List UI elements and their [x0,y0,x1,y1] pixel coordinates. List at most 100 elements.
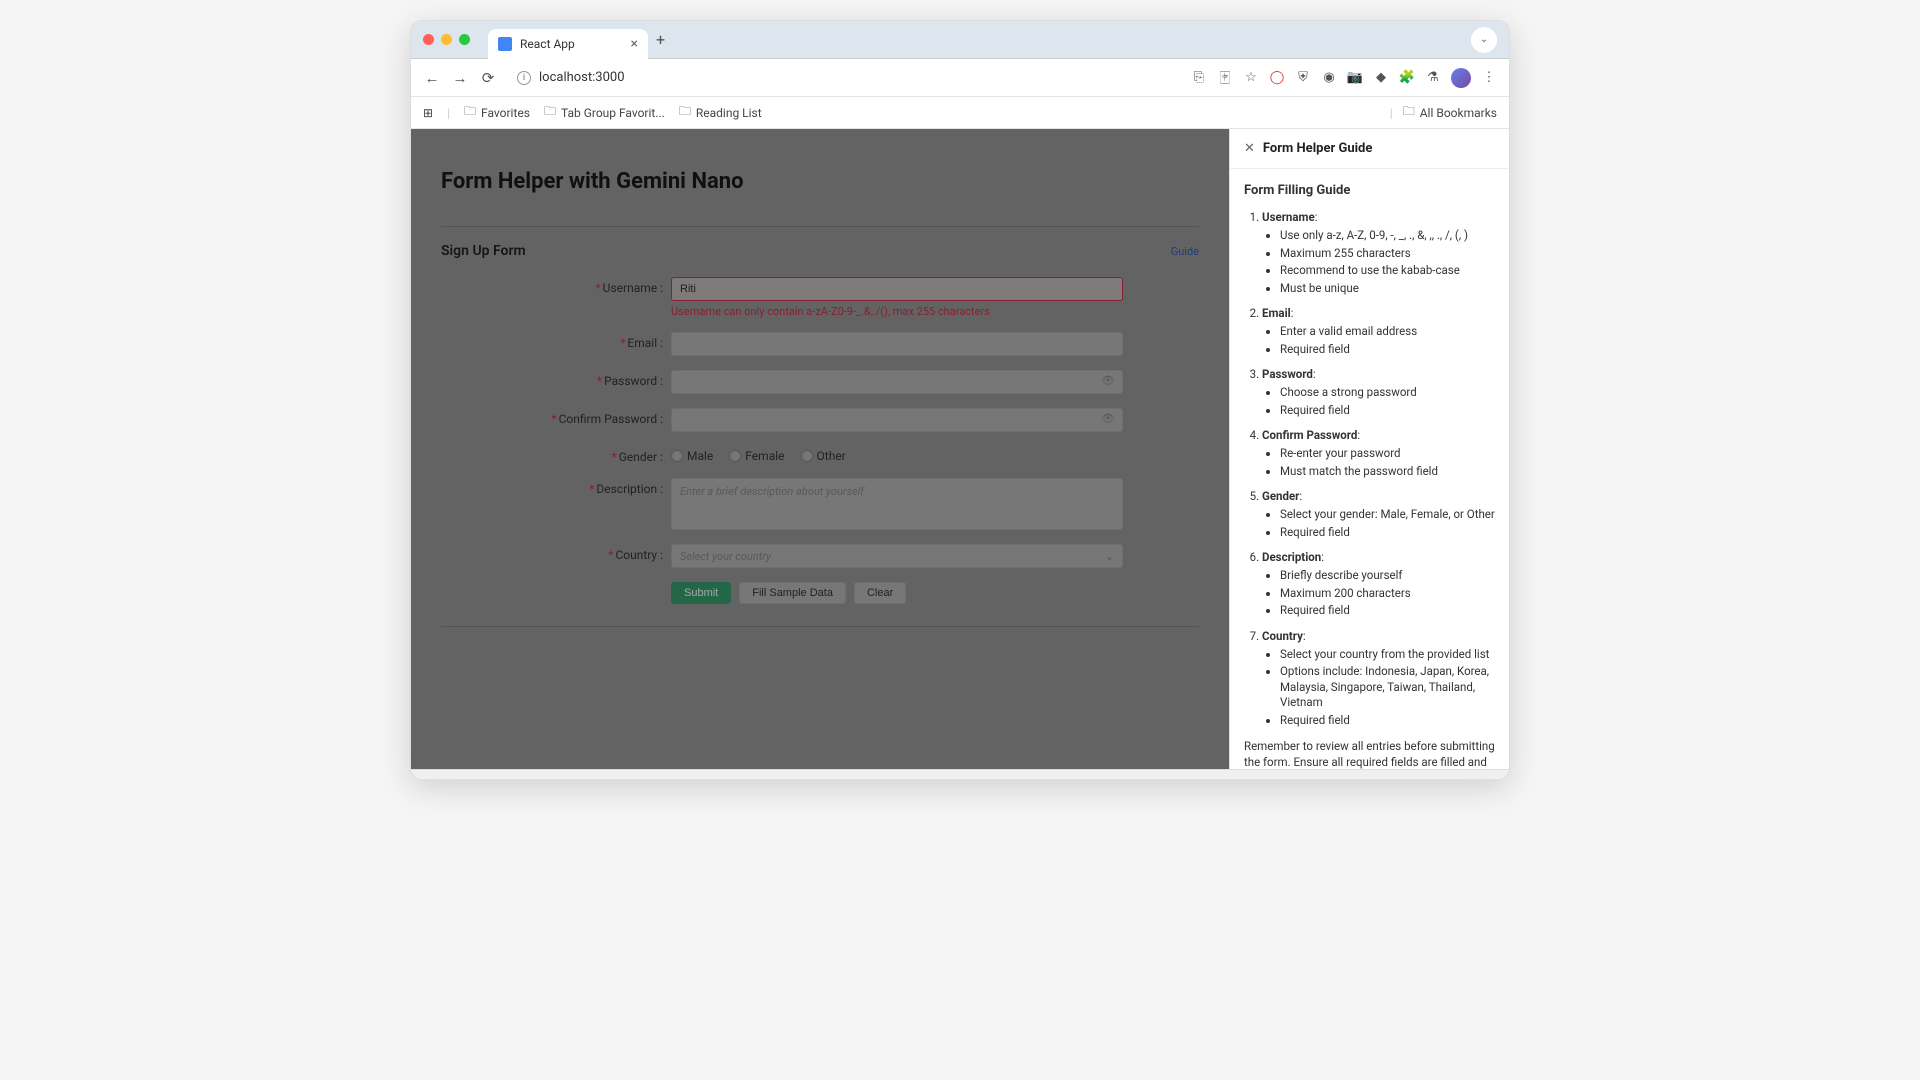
guide-item: Country:Select your country from the pro… [1262,629,1495,729]
back-button[interactable]: ← [423,69,441,87]
close-tab-button[interactable]: × [631,36,638,52]
tab-title: React App [520,37,623,51]
eye-icon[interactable]: 👁 [1101,412,1115,425]
browser-window: React App × + ⌄ ← → ⟳ i localhost:3000 ⎘… [410,20,1510,780]
confirm-password-label: Confirm Password : [559,412,663,426]
extension-icon[interactable]: ◯ [1269,70,1285,86]
url-text: localhost:3000 [539,70,625,85]
confirm-password-input[interactable] [671,408,1123,432]
guide-item: Gender:Select your gender: Male, Female,… [1262,489,1495,540]
guide-link[interactable]: Guide [1171,245,1199,258]
content-area: Form Helper with Gemini Nano Sign Up For… [411,129,1509,769]
description-label: Description : [596,482,663,496]
divider [441,626,1199,627]
bookmark-folder[interactable]: 🗀Favorites [464,102,530,123]
menu-icon[interactable]: ⋮ [1481,70,1497,86]
translate-icon[interactable]: 🀄︎ [1217,70,1233,86]
description-textarea[interactable]: Enter a brief description about yourself [671,478,1123,530]
guide-item: Username:Use only a-z, A-Z, 0-9, -, _, .… [1262,210,1495,296]
guide-rule: Re-enter your password [1280,446,1495,462]
all-bookmarks-button[interactable]: 🗀All Bookmarks [1403,102,1497,123]
guide-rule: Briefly describe yourself [1280,568,1495,584]
chevron-down-icon: ⌄ [1105,550,1114,563]
username-label: Username : [603,281,663,295]
new-tab-button[interactable]: + [656,30,665,49]
reload-button[interactable]: ⟳ [479,69,497,87]
minimize-window-button[interactable] [441,34,452,45]
favicon [498,37,512,51]
guide-rule: Select your gender: Male, Female, or Oth… [1280,507,1495,523]
extension-icon[interactable]: 📷 [1347,70,1363,86]
guide-rule: Maximum 255 characters [1280,246,1495,262]
gender-female-radio[interactable]: Female [729,449,784,463]
extension-icon[interactable]: ◉ [1321,70,1337,86]
guide-heading: Form Filling Guide [1244,183,1495,198]
guide-rule: Required field [1280,342,1495,358]
window-controls [423,34,470,45]
guide-rule: Recommend to use the kabab-case [1280,263,1495,279]
install-icon[interactable]: ⎘ [1191,70,1207,86]
bookmarks-bar: ⊞ | 🗀Favorites 🗀Tab Group Favorit... 🗀Re… [411,97,1509,129]
sidebar-title: Form Helper Guide [1263,141,1372,156]
guide-rule: Must be unique [1280,281,1495,297]
gender-label: Gender : [619,450,663,464]
guide-list: Username:Use only a-z, A-Z, 0-9, -, _, .… [1244,210,1495,728]
guide-rule: Choose a strong password [1280,385,1495,401]
labs-icon[interactable]: ⚗ [1425,70,1441,86]
guide-item: Password:Choose a strong passwordRequire… [1262,367,1495,418]
toolbar: ← → ⟳ i localhost:3000 ⎘ 🀄︎ ☆ ◯ ⛨ ◉ 📷 ◆ … [411,59,1509,97]
extensions-menu-icon[interactable]: 🧩 [1399,70,1415,86]
bookmark-folder[interactable]: 🗀Reading List [679,102,762,123]
guide-item: Email:Enter a valid email addressRequire… [1262,306,1495,357]
guide-rule: Enter a valid email address [1280,324,1495,340]
guide-item: Confirm Password:Re-enter your passwordM… [1262,428,1495,479]
bookmark-folder[interactable]: 🗀Tab Group Favorit... [544,102,665,123]
clear-button[interactable]: Clear [854,582,906,604]
tabs-dropdown-button[interactable]: ⌄ [1471,27,1497,53]
username-error: Username can only contain a-zA-Z0-9-_.&,… [671,305,1123,318]
email-input[interactable] [671,332,1123,356]
gender-other-radio[interactable]: Other [801,449,846,463]
guide-item: Description:Briefly describe yourselfMax… [1262,550,1495,619]
maximize-window-button[interactable] [459,34,470,45]
extensions: ⎘ 🀄︎ ☆ ◯ ⛨ ◉ 📷 ◆ 🧩 ⚗ ⋮ [1191,68,1497,88]
guide-rule: Use only a-z, A-Z, 0-9, -, _, ., &, ,, .… [1280,228,1495,244]
fill-sample-button[interactable]: Fill Sample Data [739,582,846,604]
guide-footer: Remember to review all entries before su… [1244,738,1495,769]
scrollbar[interactable] [411,769,1509,779]
form-title: Sign Up Form [441,243,526,259]
divider [441,226,1199,227]
close-window-button[interactable] [423,34,434,45]
country-label: Country : [615,548,663,562]
guide-rule: Options include: Indonesia, Japan, Korea… [1280,664,1495,711]
main-panel: Form Helper with Gemini Nano Sign Up For… [411,129,1229,769]
titlebar: React App × + ⌄ [411,21,1509,59]
submit-button[interactable]: Submit [671,582,731,604]
password-label: Password : [604,374,663,388]
extension-icon[interactable]: ⛨ [1295,70,1311,86]
close-icon[interactable]: ✕ [1244,141,1255,156]
apps-button[interactable]: ⊞ [423,106,433,120]
password-input[interactable] [671,370,1123,394]
guide-rule: Required field [1280,603,1495,619]
site-info-icon[interactable]: i [517,71,531,85]
guide-rule: Required field [1280,713,1495,729]
form-card: Sign Up Form Guide *Username : Username … [441,243,1199,627]
browser-tab[interactable]: React App × [488,29,648,59]
country-select[interactable]: Select your country ⌄ [671,544,1123,568]
bookmark-star-icon[interactable]: ☆ [1243,70,1259,86]
gender-male-radio[interactable]: Male [671,449,713,463]
address-bar[interactable]: i localhost:3000 [507,70,1181,85]
guide-rule: Maximum 200 characters [1280,586,1495,602]
guide-sidebar: ✕ Form Helper Guide Form Filling Guide U… [1229,129,1509,769]
guide-rule: Required field [1280,403,1495,419]
email-label: Email : [627,336,663,350]
eye-icon[interactable]: 👁 [1101,374,1115,387]
username-input[interactable] [671,277,1123,301]
extension-icon[interactable]: ◆ [1373,70,1389,86]
forward-button[interactable]: → [451,69,469,87]
profile-avatar[interactable] [1451,68,1471,88]
guide-rule: Required field [1280,525,1495,541]
guide-rule: Select your country from the provided li… [1280,647,1495,663]
page-title: Form Helper with Gemini Nano [441,169,1199,194]
